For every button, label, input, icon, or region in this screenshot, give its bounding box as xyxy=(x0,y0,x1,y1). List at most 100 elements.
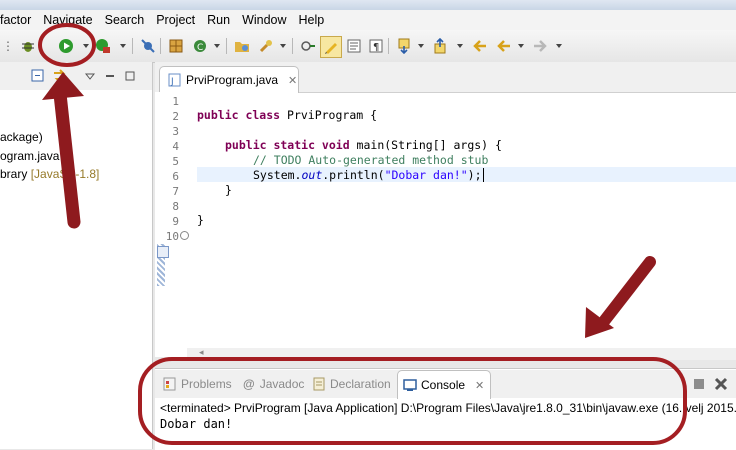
line-number-gutter: 1 2 3 4 5 6 7 8 9 10 xyxy=(155,92,189,350)
tree-item-library-label: brary xyxy=(0,167,28,181)
run-icon[interactable] xyxy=(58,38,74,54)
menu-window[interactable]: Window xyxy=(236,10,292,30)
toolbar-separator xyxy=(388,38,389,54)
editor-tab-bar: J PrviProgram.java ✕ xyxy=(155,62,736,93)
open-type-icon[interactable] xyxy=(234,38,250,54)
terminate-icon[interactable] xyxy=(691,376,707,392)
tree-item-file[interactable]: ogram.java xyxy=(0,149,59,163)
task-marker-icon xyxy=(157,246,169,258)
window-title-bar xyxy=(0,0,736,10)
toolbar-separator xyxy=(40,38,41,54)
toggle-mark-occurrences-icon[interactable] xyxy=(320,36,342,58)
code-line-5: // TODO Auto-generated method stub xyxy=(253,153,489,167)
svg-text:C: C xyxy=(197,43,203,53)
package-explorer xyxy=(0,62,153,449)
tree-item-library[interactable]: brary [JavaSE-1.8] xyxy=(0,167,99,181)
previous-annotation-dropdown[interactable] xyxy=(457,44,463,48)
close-icon[interactable]: ✕ xyxy=(475,379,484,392)
collapse-all-icon[interactable] xyxy=(30,68,46,84)
minimize-icon[interactable] xyxy=(102,68,118,84)
code-line-6: System.out.println("Dobar dan!");​ xyxy=(253,168,484,182)
tab-declaration-label: Declaration xyxy=(330,377,391,391)
code-line-9: } xyxy=(197,213,204,227)
show-whitespace-icon[interactable]: ¶ xyxy=(368,38,384,54)
menu-project[interactable]: Project xyxy=(150,10,201,30)
at-icon: @ xyxy=(243,377,255,391)
toolbar-separator xyxy=(160,38,161,54)
menu-search[interactable]: Search xyxy=(99,10,151,30)
tab-label: PrviProgram.java xyxy=(186,73,279,87)
toolbar-grip-icon: ⋮ xyxy=(2,39,14,53)
line-number: 5 xyxy=(172,155,179,168)
line-number: 9 xyxy=(172,215,179,228)
problems-icon xyxy=(163,377,177,391)
coverage-dropdown[interactable] xyxy=(120,44,126,48)
menu-help[interactable]: Help xyxy=(293,10,331,30)
line-number: 7 xyxy=(172,185,179,198)
tab-prviprogram-java[interactable]: J PrviProgram.java ✕ xyxy=(159,66,299,93)
new-java-package-icon[interactable] xyxy=(168,38,184,54)
debug-icon[interactable] xyxy=(20,38,36,54)
main-toolbar: ⋮ C ¶ xyxy=(0,30,736,63)
code-editor[interactable] xyxy=(155,62,736,357)
view-menu-icon[interactable] xyxy=(82,68,98,84)
bottom-panel-tabs: Problems @ Javadoc Declaration Console ✕ xyxy=(155,370,736,399)
tab-problems-label: Problems xyxy=(181,377,232,391)
code-line-7: } xyxy=(225,183,232,197)
declaration-icon xyxy=(312,377,326,391)
next-annotation-dropdown[interactable] xyxy=(418,44,424,48)
line-number: 3 xyxy=(172,125,179,138)
line-number: 4 xyxy=(172,140,179,153)
tree-item-package[interactable]: ackage) xyxy=(0,130,43,144)
line-number: 2 xyxy=(172,110,179,123)
tree-item-library-suffix: [JavaSE-1.8] xyxy=(30,167,100,181)
coverage-icon[interactable] xyxy=(95,38,111,54)
menu-navigate[interactable]: Navigate xyxy=(37,10,98,30)
forward-icon[interactable] xyxy=(532,38,548,54)
back-icon[interactable] xyxy=(496,38,512,54)
previous-annotation-icon[interactable] xyxy=(432,38,448,54)
line-number: 8 xyxy=(172,200,179,213)
back-dropdown[interactable] xyxy=(518,44,524,48)
menu-bar: factor Navigate Search Project Run Windo… xyxy=(0,10,736,30)
next-annotation-icon[interactable] xyxy=(396,38,412,54)
skip-breakpoints-icon[interactable] xyxy=(140,38,156,54)
code-line-4: public static void main(String[] args) { xyxy=(225,138,502,152)
search-dropdown[interactable] xyxy=(280,44,286,48)
last-edit-location-icon[interactable] xyxy=(472,38,488,54)
maximize-icon[interactable] xyxy=(122,68,138,84)
console-output: Dobar dan! xyxy=(160,417,233,431)
close-icon[interactable]: ✕ xyxy=(288,74,297,87)
java-file-icon: J xyxy=(168,73,182,87)
run-dropdown[interactable] xyxy=(83,44,89,48)
package-explorer-toolbar xyxy=(0,62,152,90)
menu-run[interactable]: Run xyxy=(201,10,236,30)
code-line-2: public class PrviProgram { xyxy=(197,108,378,122)
toolbar-separator xyxy=(132,38,133,54)
fold-collapse-icon[interactable] xyxy=(180,231,189,240)
tab-console[interactable]: Console ✕ xyxy=(397,370,492,399)
tab-console-label: Console xyxy=(421,378,466,392)
console-icon xyxy=(403,378,417,392)
forward-dropdown[interactable] xyxy=(556,44,562,48)
word-wrap-icon[interactable] xyxy=(346,38,362,54)
svg-text:¶: ¶ xyxy=(373,42,379,53)
line-number: 6 xyxy=(172,170,179,183)
toolbar-separator xyxy=(292,38,293,54)
tab-javadoc-label: Javadoc xyxy=(259,377,305,391)
line-number: 1 xyxy=(172,95,179,108)
link-with-editor-icon[interactable] xyxy=(52,68,68,84)
search-icon[interactable] xyxy=(258,38,274,54)
next-edit-icon[interactable] xyxy=(300,38,316,54)
tab-problems[interactable]: Problems xyxy=(163,370,232,398)
new-dropdown[interactable] xyxy=(214,44,220,48)
tab-declaration[interactable]: Declaration xyxy=(312,370,391,398)
new-java-class-icon[interactable]: C xyxy=(192,38,208,54)
remove-launch-icon[interactable] xyxy=(713,376,729,392)
horizontal-scrollbar[interactable]: ◂ xyxy=(187,347,736,360)
text-cursor: ​ xyxy=(482,168,484,182)
tab-javadoc[interactable]: @ Javadoc xyxy=(243,370,304,398)
scroll-left-icon[interactable]: ◂ xyxy=(199,347,204,358)
menu-refactor[interactable]: factor xyxy=(0,10,37,30)
line-number: 10 xyxy=(165,230,179,243)
